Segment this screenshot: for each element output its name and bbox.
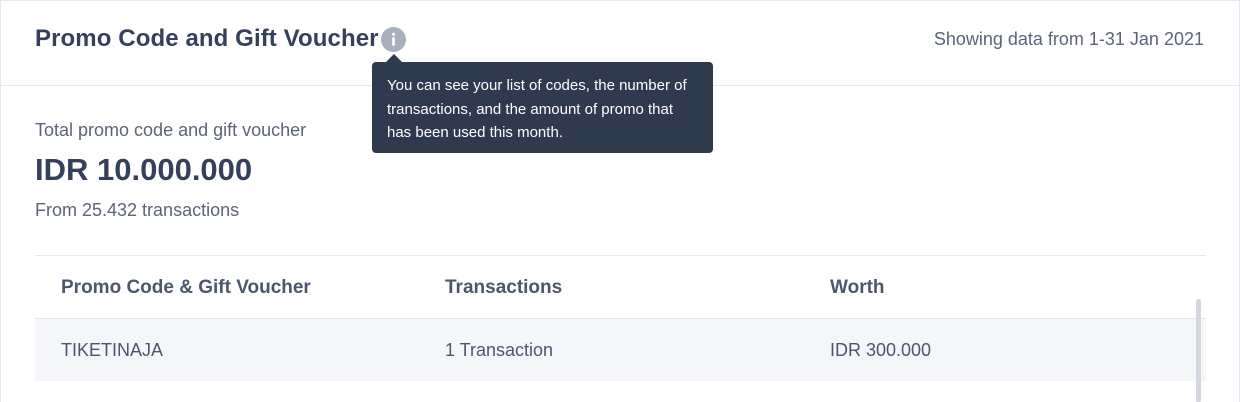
promo-table: Promo Code & Gift Voucher Transactions W… — [35, 255, 1206, 381]
table-header: Promo Code & Gift Voucher Transactions W… — [35, 256, 1206, 319]
info-glyph — [391, 32, 396, 46]
info-tooltip: You can see your list of codes, the numb… — [372, 62, 713, 153]
total-value: IDR 10.000.000 — [35, 152, 253, 187]
cell-worth: IDR 300.000 — [830, 340, 932, 360]
column-header-worth: Worth — [830, 277, 885, 298]
total-label: Total promo code and gift voucher — [35, 120, 307, 140]
cell-code: TIKETINAJA — [61, 340, 164, 360]
table-row: TIKETINAJA 1 Transaction IDR 300.000 — [35, 319, 1206, 381]
date-range-text: Showing data from 1-31 Jan 2021 — [933, 29, 1204, 49]
tooltip-arrow — [386, 54, 402, 62]
info-icon[interactable] — [381, 27, 406, 52]
total-transactions: From 25.432 transactions — [35, 200, 240, 220]
column-header-code: Promo Code & Gift Voucher — [61, 277, 311, 298]
cell-transactions: 1 Transaction — [445, 340, 554, 360]
column-header-transactions: Transactions — [445, 277, 563, 298]
card-title: Promo Code and Gift Voucher — [35, 25, 379, 52]
promo-gift-voucher-card: Promo Code and Gift Voucher Showing data… — [0, 0, 1240, 402]
table-scrollbar[interactable] — [1196, 299, 1201, 402]
